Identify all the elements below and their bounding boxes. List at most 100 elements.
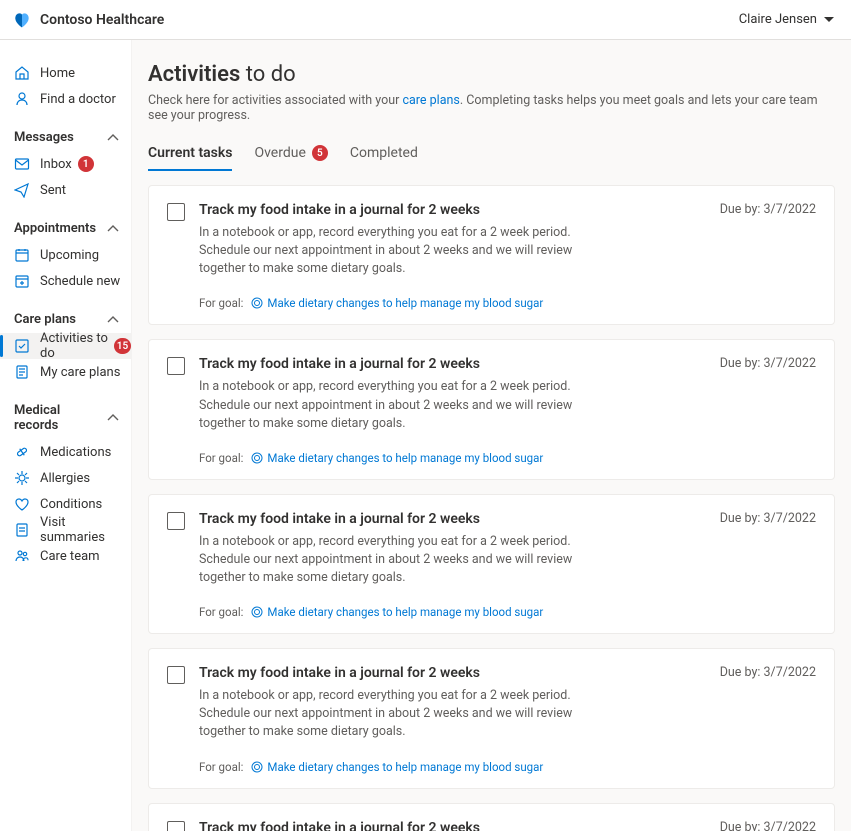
- summary-icon: [14, 522, 30, 538]
- sidebar-item-label: Care team: [40, 549, 100, 564]
- task-body: Track my food intake in a journal for 2 …: [199, 511, 816, 619]
- page-title: Activities to do: [148, 62, 835, 87]
- sidebar-item-allergies[interactable]: Allergies: [0, 465, 131, 491]
- task-goal: For goal: Make dietary changes to help m…: [199, 605, 816, 619]
- sidebar-section-care-plans[interactable]: Care plans: [0, 306, 131, 333]
- target-icon: [251, 452, 263, 464]
- sidebar-item-home[interactable]: Home: [0, 60, 131, 86]
- sidebar-item-sent[interactable]: Sent: [0, 177, 131, 203]
- user-name: Claire Jensen: [739, 12, 817, 27]
- task-description: In a notebook or app, record everything …: [199, 224, 619, 278]
- target-icon: [251, 297, 263, 309]
- sidebar-item-inbox[interactable]: Inbox 1: [0, 151, 131, 177]
- target-icon: [251, 761, 263, 773]
- sidebar-item-label: Allergies: [40, 471, 90, 486]
- main-content: Activities to do Check here for activiti…: [132, 40, 851, 831]
- task-card: Track my food intake in a journal for 2 …: [148, 494, 835, 634]
- task-checkbox[interactable]: [167, 512, 185, 530]
- send-icon: [14, 182, 30, 198]
- care-plans-link[interactable]: care plans: [402, 93, 459, 108]
- sidebar-item-visit-summaries[interactable]: Visit summaries: [0, 517, 131, 543]
- sidebar-section-label: Medical records: [14, 403, 107, 433]
- sidebar-item-care-team[interactable]: Care team: [0, 543, 131, 569]
- tab-overdue[interactable]: Overdue 5: [254, 139, 327, 171]
- sidebar-section-label: Messages: [14, 130, 74, 145]
- task-due-date: Due by: 3/7/2022: [720, 820, 816, 831]
- task-card: Track my food intake in a journal for 2 …: [148, 648, 835, 788]
- tab-current-tasks[interactable]: Current tasks: [148, 139, 232, 171]
- sidebar-section-medical-records[interactable]: Medical records: [0, 397, 131, 439]
- goal-label: For goal:: [199, 760, 243, 774]
- task-body: Track my food intake in a journal for 2 …: [199, 356, 816, 464]
- goal-link[interactable]: Make dietary changes to help manage my b…: [251, 760, 543, 774]
- sidebar-item-find-doctor[interactable]: Find a doctor: [0, 86, 131, 112]
- tabs: Current tasks Overdue 5 Completed: [148, 139, 835, 171]
- task-title: Track my food intake in a journal for 2 …: [199, 202, 480, 218]
- sidebar-section-label: Care plans: [14, 312, 76, 327]
- task-goal: For goal: Make dietary changes to help m…: [199, 760, 816, 774]
- chevron-up-icon: [107, 223, 119, 235]
- user-menu[interactable]: Claire Jensen: [739, 12, 835, 27]
- task-due-date: Due by: 3/7/2022: [720, 511, 816, 526]
- sidebar-item-activities-to-do[interactable]: Activities to do 15: [0, 333, 131, 359]
- sidebar-item-label: Visit summaries: [40, 515, 131, 545]
- chevron-down-icon: [823, 14, 835, 26]
- target-icon: [251, 606, 263, 618]
- sidebar-section-appointments[interactable]: Appointments: [0, 215, 131, 242]
- goal-label: For goal:: [199, 451, 243, 465]
- home-icon: [14, 65, 30, 81]
- allergy-icon: [14, 470, 30, 486]
- pill-icon: [14, 444, 30, 460]
- goal-link[interactable]: Make dietary changes to help manage my b…: [251, 605, 543, 619]
- task-checkbox[interactable]: [167, 666, 185, 684]
- task-description: In a notebook or app, record everything …: [199, 533, 619, 587]
- doctor-icon: [14, 91, 30, 107]
- task-title: Track my food intake in a journal for 2 …: [199, 665, 480, 681]
- sidebar-section-label: Appointments: [14, 221, 96, 236]
- task-due-date: Due by: 3/7/2022: [720, 356, 816, 371]
- sidebar-section-messages[interactable]: Messages: [0, 124, 131, 151]
- calendar-add-icon: [14, 273, 30, 289]
- tab-completed[interactable]: Completed: [350, 139, 418, 171]
- sidebar-item-label: Sent: [40, 183, 66, 198]
- chevron-up-icon: [107, 314, 119, 326]
- task-goal: For goal: Make dietary changes to help m…: [199, 451, 816, 465]
- task-list: Track my food intake in a journal for 2 …: [148, 185, 835, 831]
- tab-label: Completed: [350, 145, 418, 161]
- task-body: Track my food intake in a journal for 2 …: [199, 665, 816, 773]
- badge: 1: [78, 156, 94, 172]
- checklist-icon: [14, 338, 30, 354]
- badge: 5: [312, 145, 328, 161]
- sidebar-item-conditions[interactable]: Conditions: [0, 491, 131, 517]
- tab-label: Current tasks: [148, 145, 232, 161]
- tab-label: Overdue: [254, 145, 305, 161]
- sidebar-item-label: Inbox: [40, 157, 72, 172]
- badge: 15: [114, 338, 131, 354]
- sidebar-item-my-care-plans[interactable]: My care plans: [0, 359, 131, 385]
- task-checkbox[interactable]: [167, 357, 185, 375]
- sidebar-item-medications[interactable]: Medications: [0, 439, 131, 465]
- heart-logo-icon: [12, 10, 32, 30]
- sidebar-item-schedule-new[interactable]: Schedule new: [0, 268, 131, 294]
- sidebar-item-label: Activities to do: [40, 331, 108, 361]
- goal-link[interactable]: Make dietary changes to help manage my b…: [251, 451, 543, 465]
- task-title: Track my food intake in a journal for 2 …: [199, 356, 480, 372]
- task-card: Track my food intake in a journal for 2 …: [148, 185, 835, 325]
- chevron-up-icon: [107, 412, 119, 424]
- app-header: Contoso Healthcare Claire Jensen: [0, 0, 851, 40]
- sidebar-item-label: Upcoming: [40, 248, 99, 263]
- task-checkbox[interactable]: [167, 203, 185, 221]
- page-title-rest: to do: [240, 62, 295, 87]
- sidebar-item-upcoming[interactable]: Upcoming: [0, 242, 131, 268]
- task-checkbox[interactable]: [167, 821, 185, 831]
- mail-icon: [14, 156, 30, 172]
- calendar-icon: [14, 247, 30, 263]
- brand-name: Contoso Healthcare: [40, 12, 164, 28]
- task-title: Track my food intake in a journal for 2 …: [199, 511, 480, 527]
- sidebar: Home Find a doctor Messages Inbox 1: [0, 40, 132, 831]
- sidebar-item-label: Medications: [40, 445, 111, 460]
- goal-link[interactable]: Make dietary changes to help manage my b…: [251, 296, 543, 310]
- task-description: In a notebook or app, record everything …: [199, 378, 619, 432]
- task-description: In a notebook or app, record everything …: [199, 687, 619, 741]
- task-body: Track my food intake in a journal for 2 …: [199, 202, 816, 310]
